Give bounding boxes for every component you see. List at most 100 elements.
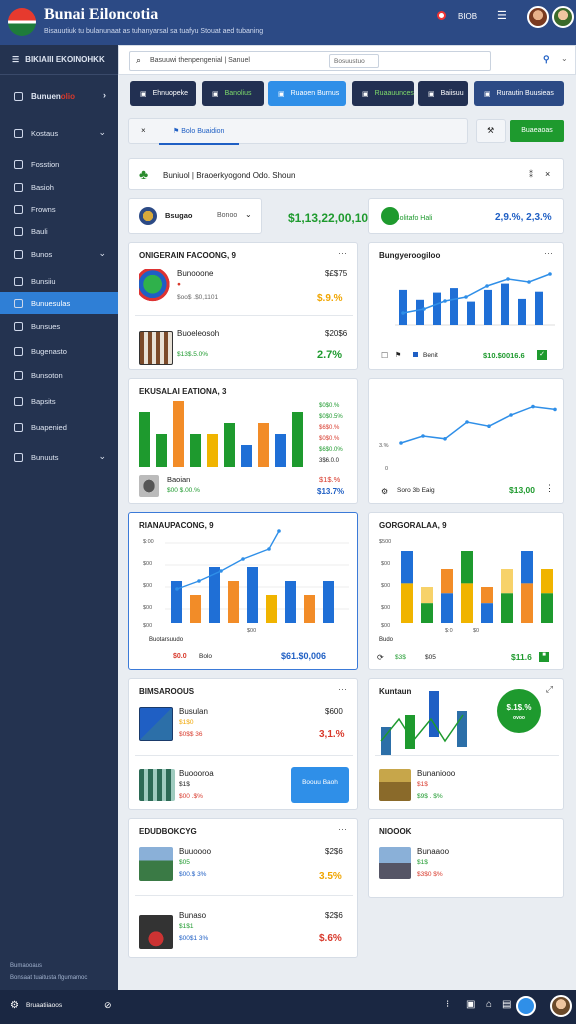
tab-ruaauunces[interactable]: ▣ Ruaauunces [352,81,414,106]
notification-icon[interactable] [437,11,446,20]
product-sub: $00.$ 3% [179,871,207,878]
trend-card[interactable]: Bungyeroogiloo ··· ☐ ⚑ Benit $10.$0016.6… [368,242,564,370]
bar-card-1[interactable]: EKUSALAI EATIONA, 3 $0$0.% $0$0.5% $6$0.… [128,378,358,504]
sidebar-item-frowns[interactable]: Frowns [0,198,118,220]
grid-icon [14,182,23,192]
sidebar-footer-2: Bonsaat tuaitusta flgumamoc [10,975,88,981]
tab-baiisuu[interactable]: ▣ Baiisuu [418,81,468,106]
chart-bar [535,291,543,325]
secondary-avatar[interactable] [552,6,574,28]
sidebar-item-bunuesulas[interactable]: Bunuesulas [0,292,118,314]
refresh-icon[interactable]: ⟳ [377,653,384,662]
tab-label: Ehnuopeke [152,90,189,97]
tractor-image [139,915,173,949]
chart-point [197,579,201,583]
product-card-1[interactable]: ONIGERAIN FACOONG, 9 ··· Bunooone ● $oo$… [128,242,358,370]
warehouse-image [139,769,175,801]
banner-close-button[interactable]: × [545,169,550,179]
cart-icon[interactable]: ⌂ [486,999,492,1010]
sidebar-item-bunsoton[interactable]: Bunsoton [0,364,118,386]
product-card-3[interactable]: EDUDBOKCYG ··· Buuoooo $05 $00.$ 3% $2$6… [128,818,358,958]
card-title: NIOOOK [379,827,412,836]
filter-label[interactable]: ⚑ Bolo Buaidion [173,127,224,135]
chart-bar [323,581,334,623]
bar-chart-icon: ▣ [484,90,491,98]
promo-card[interactable]: Kuntaun ⤢ $.1$.% ovoo Bunaniooo $1$ $9$ .… [368,678,564,810]
axis-label: $00 [247,628,257,634]
checkbox-icon[interactable]: ☐ [381,351,388,360]
sidebar-item-bunuuts[interactable]: Bunuuts ⌄ [0,446,118,468]
hamburger-icon[interactable]: ☰ [497,9,507,22]
combo-chart-card[interactable]: RIANAUPACONG, 9 $:00 $00 $00 $00 $00 $00… [128,512,358,670]
star-icon[interactable]: ⁑ [529,170,533,179]
more-icon[interactable]: ··· [338,824,347,834]
sidebar-item-bauli[interactable]: Bauli [0,220,118,242]
sidebar-item-fosstion[interactable]: Fosstion [0,153,118,175]
sidebar-item-bunsiiu[interactable]: Bunsiiu [0,270,118,292]
more-icon[interactable]: ⋮ [545,483,554,494]
sidebar-item-buapenied[interactable]: Buapenied [0,416,118,438]
user-avatar[interactable] [550,995,572,1017]
tab-banolius[interactable]: ▣ Banolius [202,81,264,106]
close-icon[interactable]: × [141,126,146,135]
chart-point [487,424,491,428]
value-label: $0$0.% [319,436,340,442]
chart-line [402,273,551,314]
sidebar-item-bunsues[interactable]: Bunsues [0,315,118,337]
tab-rurautin-buusieas[interactable]: ▣ Rurautin Buusieas [474,81,564,106]
coin-icon [139,207,157,225]
chart-bar [228,581,239,623]
product-price: $600 [325,707,343,716]
search-filter[interactable]: Bosuustuo [329,54,379,68]
axis-label: 3.% [379,443,389,449]
sidebar-item-kostaus[interactable]: Kostaus ⌄ [0,122,118,144]
assistant-icon[interactable] [516,996,536,1016]
compass-icon [14,370,23,380]
header-link[interactable]: BIOB [458,12,477,21]
sidebar-item-bapsits[interactable]: Bapsits [0,390,118,412]
settings-icon[interactable]: ⚙ [381,487,388,496]
menu-icon[interactable]: ☰ [12,55,19,64]
product-name: Busulan [179,707,208,716]
chart-icon [14,321,23,331]
tool-button[interactable]: ⚒ [476,119,506,143]
filter-bar: × ⚑ Bolo Buaidion [128,118,468,145]
axis-label: $00 [143,583,153,589]
kpi-select[interactable]: Bonoo [217,212,237,219]
sidebar-item-bugenasto[interactable]: Bugenasto [0,340,118,362]
search-input[interactable]: ⌕ Basuuwi thenpengenial | Sanuel [129,51,491,71]
share-icon[interactable]: ⁝ [446,999,449,1010]
square-icon[interactable]: ■ [539,652,549,662]
document-icon [14,204,23,214]
window-icon[interactable]: ▣ [466,999,475,1010]
chevron-down-icon[interactable]: ⌄ [245,210,252,219]
bar-card-2[interactable]: GORGORALAA, 9 $500 $00 $00 $00 $00 $:0 $… [368,512,564,670]
app-title: Bunai Eiloncotia [44,6,159,23]
more-icon[interactable]: ··· [338,684,347,694]
sidebar-brand[interactable]: Bunuen olio › [0,85,118,107]
chart-point [241,557,245,561]
chart-bar-segment [421,587,433,604]
axis-label: $:0 [445,628,453,634]
profile-icon[interactable]: ⚲ [543,54,550,65]
check-icon[interactable]: ✓ [537,350,547,360]
info-icon[interactable]: ⊘ [104,1000,112,1011]
more-icon[interactable]: ··· [338,248,347,258]
line-card[interactable]: 3.% 0 ⚙ Soro 3b Eaig $13,00 ⋮ [368,378,564,504]
product-action-button[interactable]: Boouu Baoh [291,767,349,803]
product-card-2[interactable]: BIMSAROOUS ··· Busulan $1$0 $0$$ 36 $600… [128,678,358,810]
user-avatar[interactable] [527,6,549,28]
product-name: Buoeleosoh [177,329,220,338]
sidebar-item-basioh[interactable]: Basioh [0,176,118,198]
tab-ehnuopeke[interactable]: ▣ Ehnuopeke [130,81,196,106]
card-icon: ▣ [278,90,285,98]
filter-action-button[interactable]: Buaeaoas [510,120,564,142]
tab-ruaoen-burnus[interactable]: ▣ Ruaoen Burnus [268,81,346,106]
chevron-down-icon[interactable]: ⌄ [561,54,568,63]
product-card-4[interactable]: NIOOOK Bunaaoo $1$ $3$0 $% [368,818,564,898]
chart-bar [416,299,424,325]
chat-icon[interactable]: ▤ [502,999,511,1010]
kpi-growth-value: 2,9.%, 2,3.% [495,212,552,223]
settings-icon[interactable]: ⚙ [10,1000,19,1011]
sidebar-item-bunos[interactable]: Bunos ⌄ [0,243,118,265]
